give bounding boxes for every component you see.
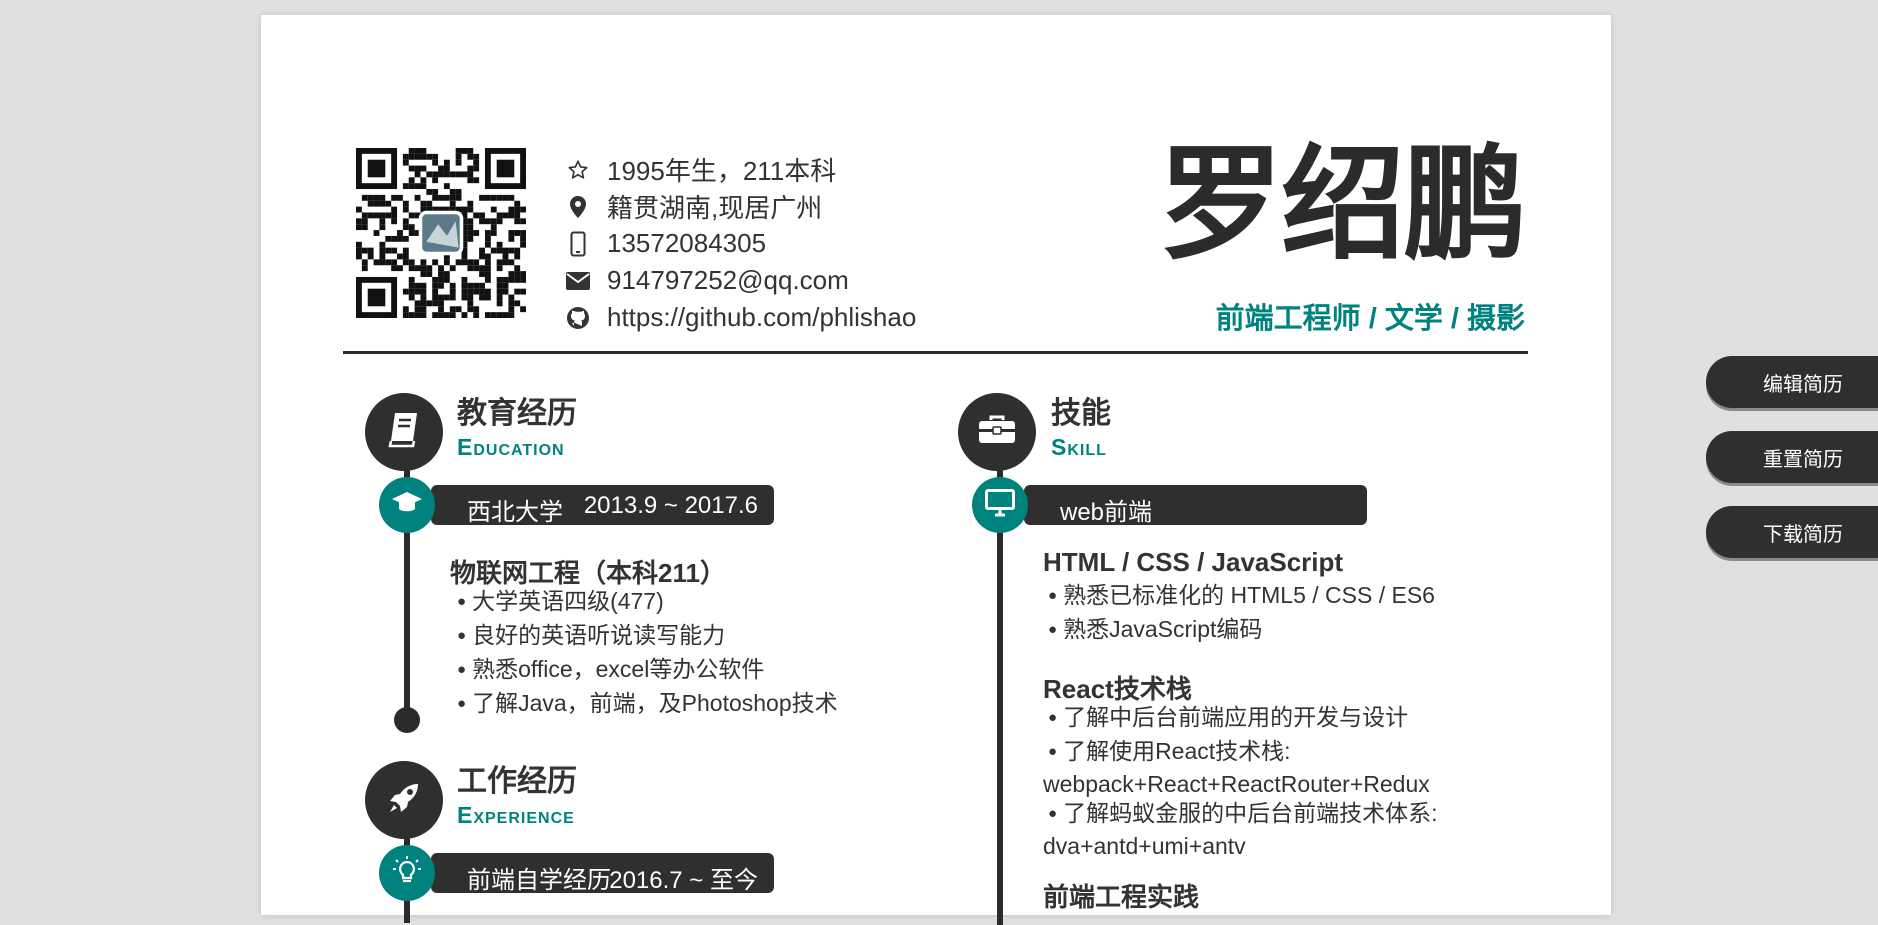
github-icon — [565, 305, 591, 331]
skills-entry-icon — [972, 477, 1028, 533]
star-icon — [565, 157, 591, 183]
skills-section-subtitle: Skill — [1051, 434, 1107, 460]
header-divider — [343, 351, 1528, 354]
list-item: 熟悉office，excel等办公软件 — [457, 654, 838, 688]
location-info-text: 籍贯湖南,现居广州 — [607, 193, 823, 223]
education-section-subtitle: Education — [457, 434, 565, 460]
location-pin-icon — [565, 194, 591, 220]
skill-group-bullets: 了解中后台前端应用的开发与设计 了解使用React技术栈: webpack+Re… — [1043, 702, 1437, 860]
rocket-icon — [386, 780, 422, 821]
experience-section-title: 工作经历 — [457, 765, 577, 798]
skill-group-title: 前端工程实践 — [1043, 882, 1200, 912]
list-item-continuation: dva+antd+umi+antv — [1043, 833, 1246, 859]
experience-entry-label: 前端自学经历 — [467, 867, 611, 894]
skills-entry-bar: web前端 — [1024, 485, 1367, 526]
education-bullets: 大学英语四级(477) 良好的英语听说读写能力 熟悉office，excel等办… — [457, 586, 838, 722]
skills-section-icon — [958, 393, 1036, 471]
envelope-icon — [565, 268, 591, 294]
education-section-title: 教育经历 — [457, 397, 577, 430]
resume-page: 1995年生，211本科 籍贯湖南,现居广州 13572084305 91479… — [261, 15, 1611, 925]
contact-info: 1995年生，211本科 籍贯湖南,现居广州 13572084305 91479… — [565, 151, 916, 336]
list-item: 良好的英语听说读写能力 — [457, 620, 838, 654]
education-section-icon — [365, 393, 443, 471]
candidate-name: 罗绍鹏 — [1158, 133, 1527, 277]
phone-info-row: 13572084305 — [565, 225, 916, 262]
reset-resume-button[interactable]: 重置简历 — [1706, 431, 1878, 483]
education-timeline-end-dot — [394, 707, 420, 733]
location-info-row: 籍贯湖南,现居广州 — [565, 188, 916, 225]
list-item: 了解中后台前端应用的开发与设计 — [1048, 702, 1437, 736]
skill-group-title: React技术栈 — [1043, 674, 1192, 704]
email-info-text: 914797252@qq.com — [607, 265, 849, 295]
education-school-label: 西北大学 — [467, 499, 563, 526]
list-item: 了解蚂蚁金服的中后台前端技术体系: — [1048, 798, 1437, 832]
list-item: 大学英语四级(477) — [457, 586, 838, 620]
experience-entry-bar: 前端自学经历 2016.7 ~ 至今 — [431, 853, 774, 894]
experience-section-subtitle: Experience — [457, 802, 575, 828]
edit-resume-button[interactable]: 编辑简历 — [1706, 356, 1878, 408]
github-info-text: https://github.com/phlishao — [607, 302, 917, 332]
list-item: 了解Java，前端，及Photoshop技术 — [457, 688, 838, 722]
email-info-row: 914797252@qq.com — [565, 262, 916, 299]
phone-info-text: 13572084305 — [607, 228, 767, 258]
book-icon — [387, 411, 421, 454]
resume-actions: 编辑简历 重置简历 下载简历 — [1706, 356, 1878, 581]
graduation-cap-icon — [391, 490, 423, 521]
experience-section-icon — [365, 761, 443, 839]
candidate-subtitle: 前端工程师 / 文学 / 摄影 — [1215, 303, 1525, 335]
lightbulb-icon — [392, 855, 422, 892]
qr-code-image — [356, 148, 526, 318]
birth-info-row: 1995年生，211本科 — [565, 151, 916, 188]
birth-info-text: 1995年生，211本科 — [607, 156, 837, 186]
education-date-range: 2013.9 ~ 2017.6 — [583, 492, 758, 519]
mobile-phone-icon — [565, 231, 591, 257]
education-entry-icon — [379, 477, 435, 533]
skill-group-bullets: 熟悉已标准化的 HTML5 / CSS / ES6 熟悉JavaScript编码 — [1048, 580, 1435, 648]
list-item-continuation: webpack+React+ReactRouter+Redux — [1043, 771, 1430, 797]
download-resume-button[interactable]: 下载简历 — [1706, 506, 1878, 558]
list-item: 熟悉已标准化的 HTML5 / CSS / ES6 — [1048, 580, 1435, 614]
education-major-title: 物联网工程（本科211） — [450, 558, 726, 588]
experience-date-range: 2016.7 ~ 至今 — [609, 867, 758, 894]
skill-group-title: HTML / CSS / JavaScript — [1043, 547, 1344, 577]
list-item: 熟悉JavaScript编码 — [1048, 614, 1435, 648]
list-item: 了解使用React技术栈: — [1048, 736, 1437, 770]
experience-entry-icon — [379, 845, 435, 901]
education-entry-bar: 西北大学 2013.9 ~ 2017.6 — [431, 485, 774, 526]
monitor-icon — [985, 488, 1015, 522]
skills-section-title: 技能 — [1051, 397, 1111, 430]
skills-entry-label: web前端 — [1060, 499, 1153, 526]
toolbox-icon — [978, 415, 1016, 450]
github-info-row: https://github.com/phlishao — [565, 299, 916, 336]
